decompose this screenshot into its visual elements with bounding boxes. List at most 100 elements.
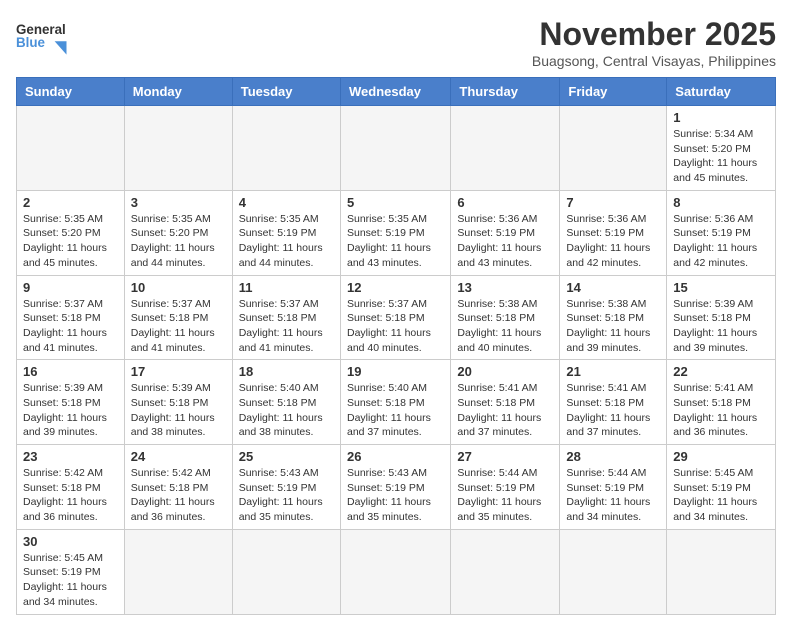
day-number: 7 xyxy=(566,195,660,210)
day-number: 2 xyxy=(23,195,118,210)
day-number: 20 xyxy=(457,364,553,379)
day-number: 6 xyxy=(457,195,553,210)
day-number: 14 xyxy=(566,280,660,295)
day-info: Sunrise: 5:35 AM Sunset: 5:20 PM Dayligh… xyxy=(131,212,226,271)
calendar-cell: 6 Sunrise: 5:36 AM Sunset: 5:19 PM Daylig… xyxy=(451,190,560,275)
day-number: 8 xyxy=(673,195,769,210)
calendar-cell xyxy=(232,106,340,191)
calendar-cell: 23 Sunrise: 5:42 AM Sunset: 5:18 PM Dayli… xyxy=(17,445,125,530)
logo-icon: General Blue xyxy=(16,16,68,56)
weekday-header-monday: Monday xyxy=(124,78,232,106)
day-info: Sunrise: 5:35 AM Sunset: 5:20 PM Dayligh… xyxy=(23,212,118,271)
day-number: 24 xyxy=(131,449,226,464)
day-info: Sunrise: 5:41 AM Sunset: 5:18 PM Dayligh… xyxy=(673,381,769,440)
svg-text:Blue: Blue xyxy=(16,35,45,50)
day-info: Sunrise: 5:38 AM Sunset: 5:18 PM Dayligh… xyxy=(566,297,660,356)
calendar-cell: 17Sunrise: 5:39 AM Sunset: 5:18 PM Dayli… xyxy=(124,360,232,445)
day-info: Sunrise: 5:43 AM Sunset: 5:19 PM Dayligh… xyxy=(239,466,334,525)
day-info: Sunrise: 5:42 AM Sunset: 5:18 PM Dayligh… xyxy=(23,466,118,525)
calendar-cell: 12 Sunrise: 5:37 AM Sunset: 5:18 PM Dayli… xyxy=(340,275,450,360)
day-info: Sunrise: 5:35 AM Sunset: 5:19 PM Dayligh… xyxy=(239,212,334,271)
day-number: 5 xyxy=(347,195,444,210)
day-info: Sunrise: 5:36 AM Sunset: 5:19 PM Dayligh… xyxy=(673,212,769,271)
weekday-header-sunday: Sunday xyxy=(17,78,125,106)
calendar-table: SundayMondayTuesdayWednesdayThursdayFrid… xyxy=(16,77,776,615)
day-number: 10 xyxy=(131,280,226,295)
day-info: Sunrise: 5:35 AM Sunset: 5:19 PM Dayligh… xyxy=(347,212,444,271)
day-number: 12 xyxy=(347,280,444,295)
day-number: 29 xyxy=(673,449,769,464)
calendar-cell xyxy=(17,106,125,191)
calendar-row-5: 23 Sunrise: 5:42 AM Sunset: 5:18 PM Dayli… xyxy=(17,445,776,530)
calendar-row-4: 16 Sunrise: 5:39 AM Sunset: 5:18 PM Dayli… xyxy=(17,360,776,445)
calendar-cell: 16 Sunrise: 5:39 AM Sunset: 5:18 PM Dayli… xyxy=(17,360,125,445)
day-number: 1 xyxy=(673,110,769,125)
calendar-cell: 8 Sunrise: 5:36 AM Sunset: 5:19 PM Daylig… xyxy=(667,190,776,275)
calendar-cell xyxy=(560,106,667,191)
day-number: 4 xyxy=(239,195,334,210)
logo: General Blue xyxy=(16,16,70,56)
calendar-cell xyxy=(560,529,667,614)
day-info: Sunrise: 5:45 AM Sunset: 5:19 PM Dayligh… xyxy=(23,551,118,610)
day-number: 23 xyxy=(23,449,118,464)
weekday-header-wednesday: Wednesday xyxy=(340,78,450,106)
day-info: Sunrise: 5:36 AM Sunset: 5:19 PM Dayligh… xyxy=(457,212,553,271)
day-info: Sunrise: 5:37 AM Sunset: 5:18 PM Dayligh… xyxy=(347,297,444,356)
day-info: Sunrise: 5:39 AM Sunset: 5:18 PM Dayligh… xyxy=(131,381,226,440)
day-number: 30 xyxy=(23,534,118,549)
day-info: Sunrise: 5:45 AM Sunset: 5:19 PM Dayligh… xyxy=(673,466,769,525)
day-info: Sunrise: 5:43 AM Sunset: 5:19 PM Dayligh… xyxy=(347,466,444,525)
day-number: 3 xyxy=(131,195,226,210)
calendar-cell: 26Sunrise: 5:43 AM Sunset: 5:19 PM Dayli… xyxy=(340,445,450,530)
weekday-header-friday: Friday xyxy=(560,78,667,106)
title-area: November 2025 Buagsong, Central Visayas,… xyxy=(532,16,776,69)
day-info: Sunrise: 5:37 AM Sunset: 5:18 PM Dayligh… xyxy=(239,297,334,356)
calendar-cell xyxy=(340,529,450,614)
day-number: 13 xyxy=(457,280,553,295)
calendar-cell: 15 Sunrise: 5:39 AM Sunset: 5:18 PM Dayli… xyxy=(667,275,776,360)
day-number: 22 xyxy=(673,364,769,379)
day-info: Sunrise: 5:38 AM Sunset: 5:18 PM Dayligh… xyxy=(457,297,553,356)
day-number: 16 xyxy=(23,364,118,379)
location: Buagsong, Central Visayas, Philippines xyxy=(532,53,776,69)
calendar-cell xyxy=(232,529,340,614)
calendar-row-3: 9 Sunrise: 5:37 AM Sunset: 5:18 PM Daylig… xyxy=(17,275,776,360)
day-info: Sunrise: 5:37 AM Sunset: 5:18 PM Dayligh… xyxy=(23,297,118,356)
calendar-cell xyxy=(124,106,232,191)
day-number: 25 xyxy=(239,449,334,464)
calendar-cell: 2 Sunrise: 5:35 AM Sunset: 5:20 PM Daylig… xyxy=(17,190,125,275)
calendar-cell: 4 Sunrise: 5:35 AM Sunset: 5:19 PM Daylig… xyxy=(232,190,340,275)
calendar-cell: 20Sunrise: 5:41 AM Sunset: 5:18 PM Dayli… xyxy=(451,360,560,445)
calendar-row-1: 1 Sunrise: 5:34 AM Sunset: 5:20 PM Daylig… xyxy=(17,106,776,191)
weekday-header-tuesday: Tuesday xyxy=(232,78,340,106)
day-info: Sunrise: 5:40 AM Sunset: 5:18 PM Dayligh… xyxy=(347,381,444,440)
calendar-cell: 7 Sunrise: 5:36 AM Sunset: 5:19 PM Daylig… xyxy=(560,190,667,275)
month-title: November 2025 xyxy=(532,16,776,53)
day-number: 19 xyxy=(347,364,444,379)
calendar-cell: 18Sunrise: 5:40 AM Sunset: 5:18 PM Dayli… xyxy=(232,360,340,445)
day-info: Sunrise: 5:39 AM Sunset: 5:18 PM Dayligh… xyxy=(673,297,769,356)
calendar-cell: 11Sunrise: 5:37 AM Sunset: 5:18 PM Dayli… xyxy=(232,275,340,360)
calendar-cell: 14 Sunrise: 5:38 AM Sunset: 5:18 PM Dayli… xyxy=(560,275,667,360)
calendar-cell xyxy=(451,529,560,614)
calendar-cell: 13 Sunrise: 5:38 AM Sunset: 5:18 PM Dayli… xyxy=(451,275,560,360)
day-info: Sunrise: 5:34 AM Sunset: 5:20 PM Dayligh… xyxy=(673,127,769,186)
calendar-cell xyxy=(451,106,560,191)
calendar-cell: 10 Sunrise: 5:37 AM Sunset: 5:18 PM Dayli… xyxy=(124,275,232,360)
calendar-cell: 9 Sunrise: 5:37 AM Sunset: 5:18 PM Daylig… xyxy=(17,275,125,360)
day-info: Sunrise: 5:39 AM Sunset: 5:18 PM Dayligh… xyxy=(23,381,118,440)
day-info: Sunrise: 5:44 AM Sunset: 5:19 PM Dayligh… xyxy=(457,466,553,525)
calendar-cell: 28Sunrise: 5:44 AM Sunset: 5:19 PM Dayli… xyxy=(560,445,667,530)
calendar-cell: 27 Sunrise: 5:44 AM Sunset: 5:19 PM Dayli… xyxy=(451,445,560,530)
calendar-cell: 21Sunrise: 5:41 AM Sunset: 5:18 PM Dayli… xyxy=(560,360,667,445)
day-info: Sunrise: 5:36 AM Sunset: 5:19 PM Dayligh… xyxy=(566,212,660,271)
day-info: Sunrise: 5:37 AM Sunset: 5:18 PM Dayligh… xyxy=(131,297,226,356)
day-number: 21 xyxy=(566,364,660,379)
day-number: 9 xyxy=(23,280,118,295)
day-info: Sunrise: 5:40 AM Sunset: 5:18 PM Dayligh… xyxy=(239,381,334,440)
day-number: 27 xyxy=(457,449,553,464)
calendar-row-2: 2 Sunrise: 5:35 AM Sunset: 5:20 PM Daylig… xyxy=(17,190,776,275)
day-number: 15 xyxy=(673,280,769,295)
calendar-cell: 3 Sunrise: 5:35 AM Sunset: 5:20 PM Daylig… xyxy=(124,190,232,275)
page-header: General Blue November 2025 Buagsong, Cen… xyxy=(16,16,776,69)
